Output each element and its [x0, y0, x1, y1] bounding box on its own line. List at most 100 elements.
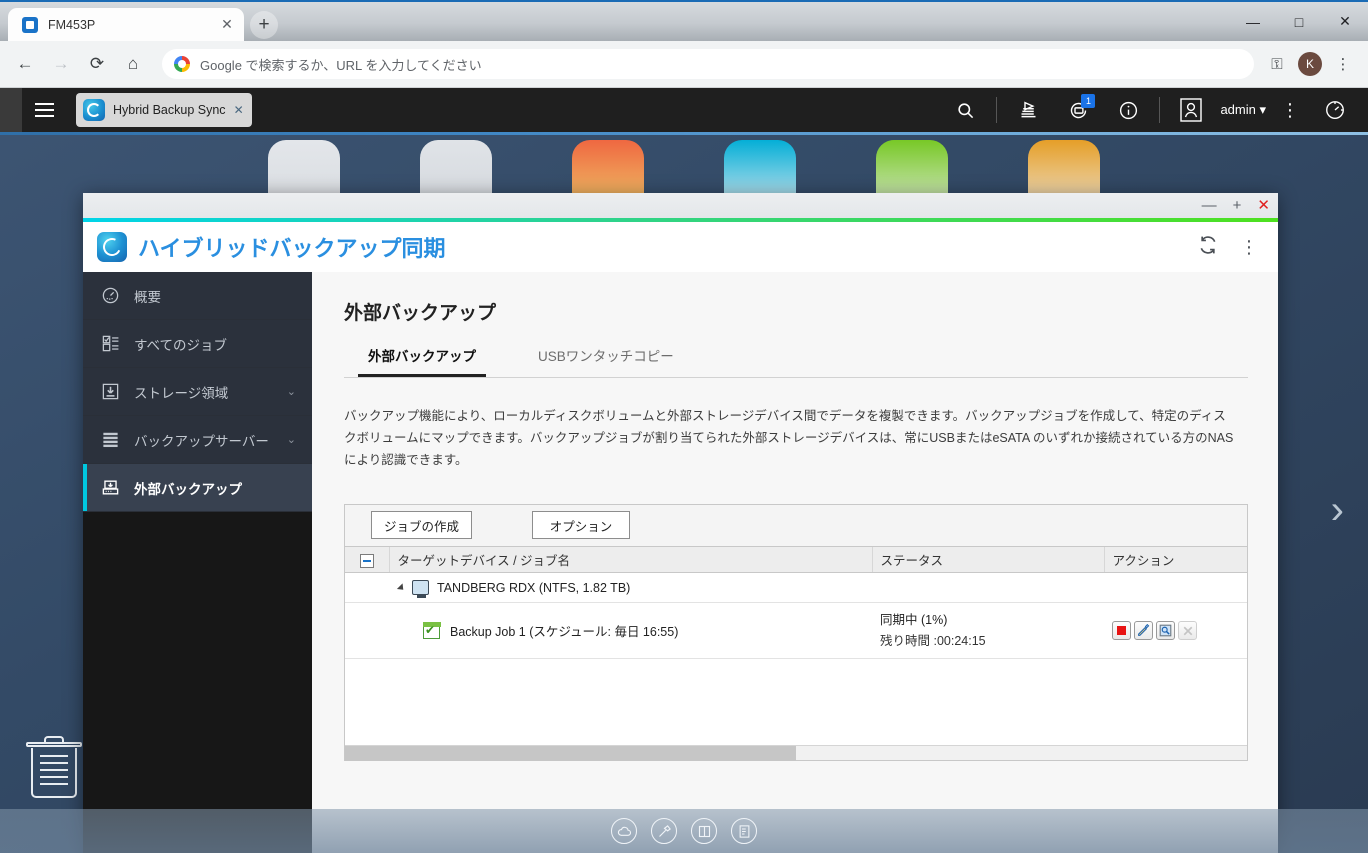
tab-external-backup[interactable]: 外部バックアップ — [358, 339, 486, 377]
browser-tab-close-icon[interactable]: ✕ — [218, 16, 236, 33]
cancel-button — [1178, 621, 1197, 640]
cloud-icon[interactable] — [611, 818, 637, 844]
topbar-menu-icon[interactable]: ⋮ — [1270, 88, 1310, 132]
collapse-icon[interactable] — [360, 554, 374, 568]
device-name-cell: TANDBERG RDX (NTFS, 1.82 TB) — [389, 573, 872, 603]
back-button[interactable]: ← — [10, 49, 40, 79]
external-backup-icon — [99, 478, 121, 497]
browser-tab-title: FM453P — [48, 18, 208, 32]
page-description: バックアップ機能により、ローカルディスクボリュームと外部ストレージデバイス間でデ… — [344, 406, 1234, 472]
app-header-actions: ⋮ — [1198, 235, 1264, 260]
taskbar-app-tab-hybrid-backup-sync[interactable]: Hybrid Backup Sync ✕ — [76, 93, 252, 127]
main-content: 外部バックアップ 外部バックアップ USBワンタッチコピー バックアップ機能によ… — [312, 272, 1278, 853]
column-header-target-device[interactable]: ターゲットデバイス / ジョブ名 — [389, 547, 872, 573]
job-select-cell — [345, 603, 389, 659]
user-avatar-icon[interactable] — [1166, 88, 1216, 132]
forward-button[interactable]: → — [46, 49, 76, 79]
job-action-cell — [1104, 603, 1247, 659]
taskbar-app-tab-close-icon[interactable]: ✕ — [234, 103, 244, 117]
browser-close-button[interactable]: ✕ — [1322, 2, 1368, 41]
table-row[interactable]: TANDBERG RDX (NTFS, 1.82 TB) — [345, 573, 1247, 603]
backup-sync-icon[interactable]: 1 — [1053, 88, 1103, 132]
password-key-icon[interactable]: ⚿ — [1262, 49, 1292, 79]
book-icon[interactable] — [691, 818, 717, 844]
home-button[interactable]: ⌂ — [118, 49, 148, 79]
browser-tab-strip: FM453P ✕ + — [0, 2, 278, 41]
refresh-icon[interactable] — [1198, 235, 1218, 260]
chevron-down-icon: ⌄ — [287, 433, 296, 446]
sidebar-item-backup-server[interactable]: バックアップサーバー ⌄ — [83, 416, 312, 464]
search-icon[interactable] — [940, 88, 990, 132]
job-status-cell: 同期中 (1%) 残り時間 :00:24:15 — [872, 603, 1104, 659]
trash-icon[interactable] — [22, 736, 86, 798]
expand-triangle-icon[interactable] — [397, 583, 406, 592]
browser-minimize-button[interactable]: — — [1230, 2, 1276, 41]
reload-button[interactable]: ⟳ — [82, 49, 112, 79]
app-body: 概要 すべてのジョブ — [83, 272, 1278, 853]
sidebar-item-label: 外部バックアップ — [134, 478, 242, 498]
device-icon — [412, 580, 429, 595]
app-menu-icon[interactable]: ⋮ — [1240, 237, 1258, 258]
main-menu-icon[interactable] — [22, 103, 66, 117]
sidebar-item-label: ストレージ領域 — [134, 382, 228, 402]
server-icon — [99, 430, 121, 449]
user-menu-button[interactable]: admin ▾ — [1216, 102, 1270, 118]
browser-profile-avatar[interactable]: K — [1298, 52, 1322, 76]
panel-toolbar: ジョブの作成 オプション — [345, 505, 1247, 547]
gauge-icon — [99, 286, 121, 305]
app-close-button[interactable]: ✕ — [1257, 198, 1270, 213]
sidebar-item-label: バックアップサーバー — [134, 430, 269, 450]
table-header-row: ターゲットデバイス / ジョブ名 ステータス アクション — [345, 547, 1247, 573]
next-desktop-page-arrow-icon[interactable]: › — [1331, 488, 1344, 533]
address-bar[interactable]: Google で検索するか、URL を入力してください — [162, 49, 1254, 79]
content-tabs: 外部バックアップ USBワンタッチコピー — [344, 339, 1248, 378]
scrollbar-thumb[interactable] — [345, 746, 796, 761]
app-window-controls: — + ✕ — [83, 193, 1278, 218]
column-header-action[interactable]: アクション — [1104, 547, 1247, 573]
create-job-button[interactable]: ジョブの作成 — [371, 511, 472, 539]
topbar-divider — [996, 97, 997, 123]
sidebar-item-all-jobs[interactable]: すべてのジョブ — [83, 320, 312, 368]
app-minimize-button[interactable]: — — [1202, 198, 1217, 213]
table-horizontal-scrollbar[interactable] — [345, 745, 1247, 760]
view-log-button[interactable] — [1156, 621, 1175, 640]
checklist-icon — [99, 334, 121, 353]
sidebar-item-label: すべてのジョブ — [134, 334, 227, 354]
browser-maximize-button[interactable]: □ — [1276, 2, 1322, 41]
download-icon — [99, 382, 121, 401]
info-icon[interactable] — [1103, 88, 1153, 132]
collapse-all-header — [345, 547, 389, 573]
sidebar-item-external-backup[interactable]: 外部バックアップ — [83, 464, 312, 512]
notes-icon[interactable] — [731, 818, 757, 844]
device-expander-cell — [345, 573, 389, 603]
job-status-secondary: 残り時間 :00:24:15 — [880, 631, 1096, 652]
options-button[interactable]: オプション — [532, 511, 630, 539]
tools-icon[interactable] — [651, 818, 677, 844]
backup-jobs-table: ターゲットデバイス / ジョブ名 ステータス アクション — [345, 547, 1247, 660]
nas-topbar: Hybrid Backup Sync ✕ 1 — [0, 88, 1368, 132]
external-backup-panel: ジョブの作成 オプション ターゲットデバイス / ジョブ名 ステータス — [344, 504, 1248, 762]
browser-tab[interactable]: FM453P ✕ — [8, 8, 244, 41]
logs-icon[interactable] — [1003, 88, 1053, 132]
app-maximize-button[interactable]: + — [1233, 198, 1242, 213]
sidebar-item-overview[interactable]: 概要 — [83, 272, 312, 320]
job-name-cell: Backup Job 1 (スケジュール: 毎日 16:55) — [389, 603, 872, 659]
nas-topbar-underline — [0, 132, 1368, 135]
column-header-status[interactable]: ステータス — [872, 547, 1104, 573]
table-row[interactable]: Backup Job 1 (スケジュール: 毎日 16:55) 同期中 (1%)… — [345, 603, 1247, 659]
tab-usb-one-touch-copy[interactable]: USBワンタッチコピー — [528, 339, 684, 377]
nas-topbar-left-strip — [0, 88, 22, 132]
new-tab-button[interactable]: + — [250, 11, 278, 39]
edit-button[interactable] — [1134, 621, 1153, 640]
job-name-label: Backup Job 1 (スケジュール: 毎日 16:55) — [450, 621, 678, 640]
sidebar-item-storage-space[interactable]: ストレージ領域 ⌄ — [83, 368, 312, 416]
browser-window-controls: — □ ✕ — [1230, 2, 1368, 41]
stop-button[interactable] — [1112, 621, 1131, 640]
nas-topbar-actions: 1 admin ▾ ⋮ — [940, 88, 1368, 132]
dashboard-icon[interactable] — [1310, 88, 1360, 132]
browser-menu-icon[interactable]: ⋮ — [1328, 49, 1358, 79]
app-sidebar: 概要 すべてのジョブ — [83, 272, 312, 853]
topbar-divider — [1159, 97, 1160, 123]
taskbar-app-tab-label: Hybrid Backup Sync — [113, 103, 226, 117]
app-header: ハイブリッドバックアップ同期 ⋮ — [83, 222, 1278, 272]
